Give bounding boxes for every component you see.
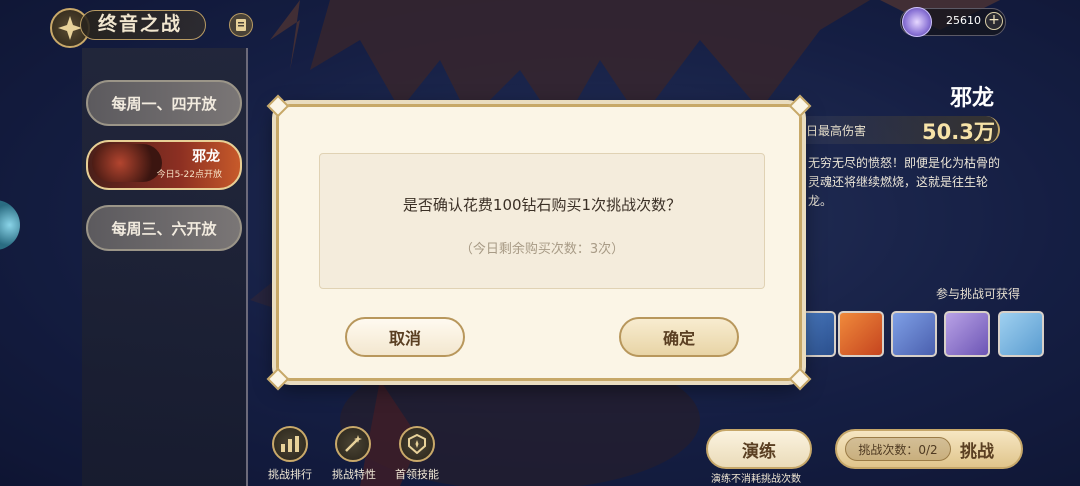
boss-name: 邪龙 [950,86,995,111]
dialog-message-box: 是否确认花费100钻石购买1次挑战次数？ （今日剩余购买次数：3次） [319,153,765,289]
damage-value: 50.3万 [922,120,995,144]
boss-card-evil-dragon[interactable]: 邪龙 今日5-22点开放 [86,140,242,190]
ranking-button[interactable] [270,426,310,466]
dialog-remaining-note: （今日剩余购买次数：3次） [459,242,625,257]
ranking-bars-icon [272,426,308,462]
boss-card-1[interactable]: 每周一、四开放 [86,80,242,126]
boss-card-schedule: 今日5-22点开放 [156,170,222,180]
crystal-ore-icon[interactable] [944,311,990,357]
boss-skills-button[interactable] [397,426,437,466]
practice-button[interactable]: 演练 [706,429,812,469]
skill-crest-icon [399,426,435,462]
diamond-amount: 25610 [946,14,981,27]
reward-label: 参与挑战可获得 [936,287,1021,301]
magic-wand-icon [335,426,371,462]
boss-card-label: 每周一、四开放 [111,94,217,113]
boss-card-label: 每周三、六开放 [111,219,217,238]
features-button[interactable] [333,426,373,466]
damage-label: 日最高伤害 [806,124,867,138]
boss-card-name: 邪龙 [192,149,220,165]
scroll-menu-icon[interactable] [229,13,253,37]
boss-card-3[interactable]: 每周三、六开放 [86,205,242,251]
add-diamond-button[interactable]: + [985,12,1003,30]
challenge-count: 挑战次数：0/2 [845,437,951,461]
confirm-button[interactable]: 确定 [619,317,739,357]
dialog-message: 是否确认花费100钻石购买1次挑战次数？ [402,196,682,214]
cancel-button[interactable]: 取消 [345,317,465,357]
features-label: 挑战特性 [332,468,376,481]
boss-skills-label: 首领技能 [395,468,439,481]
dragon-thumbnail [92,144,162,182]
challenge-label: 挑战 [960,442,994,462]
hourglass-icon[interactable] [998,311,1044,357]
ranking-label: 挑战排行 [268,468,312,481]
food-basket-icon[interactable] [838,311,884,357]
boss-description: 无穷无尽的愤怒！即便是化为枯骨的灵魂还将继续燃烧，这就是往生轮龙。 [808,156,1001,208]
diamond-gem-icon [902,7,932,37]
purchase-confirm-dialog: 是否确认花费100钻石购买1次挑战次数？ （今日剩余购买次数：3次） 取消 确定 [266,94,812,391]
blue-card-icon[interactable] [891,311,937,357]
page-title: 终音之战 [98,13,183,35]
practice-note: 演练不消耗挑战次数 [711,474,801,485]
